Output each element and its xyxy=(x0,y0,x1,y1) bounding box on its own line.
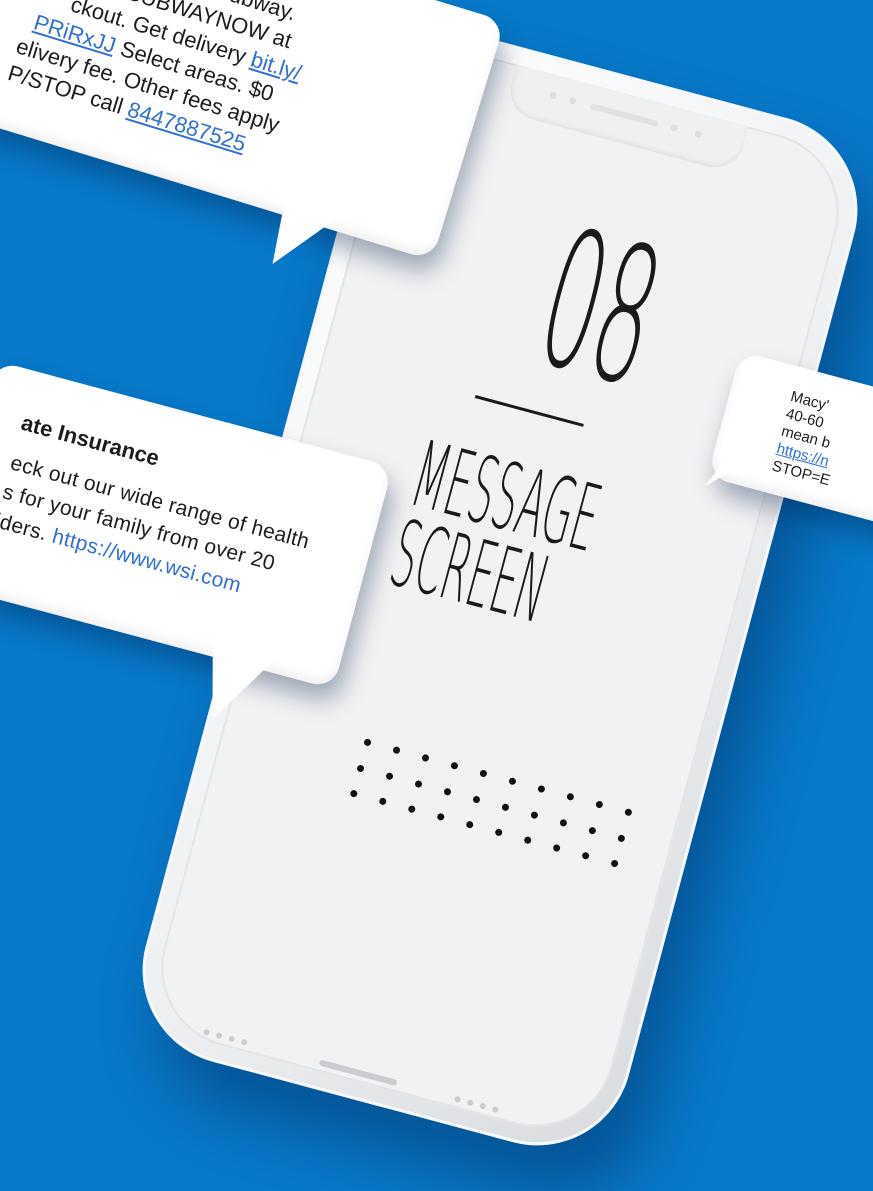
macys-message-text: Macy' 40-60 mean b https://n STOP=E xyxy=(770,388,873,519)
pattern-dot xyxy=(494,828,503,838)
pattern-dot xyxy=(552,843,561,853)
pattern-dot xyxy=(414,779,423,788)
pattern-dot xyxy=(363,738,372,747)
subway-message-bubble: m Subway. SUBWAYNOW at ckout. Get delive… xyxy=(0,0,506,261)
speaker-hole xyxy=(479,1102,487,1110)
pattern-dot xyxy=(566,792,575,802)
pattern-dot xyxy=(617,833,626,843)
pattern-dot xyxy=(559,818,568,827)
pattern-dot xyxy=(443,787,452,796)
pattern-dot xyxy=(378,797,388,806)
stage: 08 MESSAGE SCREEN m Subway. S xyxy=(0,0,873,1191)
pattern-dot xyxy=(581,851,590,861)
sensor-dot xyxy=(568,96,577,105)
pattern-dot xyxy=(450,761,459,770)
phone-notch xyxy=(504,64,749,173)
speaker-hole xyxy=(215,1031,223,1040)
bottom-speaker-grille xyxy=(202,1028,248,1046)
title-line-2: SCREEN xyxy=(380,500,559,644)
sensor-dot xyxy=(549,91,558,100)
pattern-dot xyxy=(421,753,430,763)
pattern-dot xyxy=(610,859,619,869)
speaker-hole xyxy=(454,1095,462,1104)
pattern-dot xyxy=(465,820,474,830)
pattern-dot xyxy=(479,769,488,778)
insurance-message-text: eck out our wide range of health s for y… xyxy=(0,448,362,628)
pattern-dot xyxy=(537,784,546,794)
sensor-dot xyxy=(693,129,703,139)
pattern-dot xyxy=(472,794,481,804)
pattern-dot xyxy=(588,825,597,835)
subway-message-text: m Subway. SUBWAYNOW at ckout. Get delive… xyxy=(4,0,436,203)
pattern-dot xyxy=(508,776,517,786)
speaker-hole xyxy=(491,1105,500,1114)
speaker-hole xyxy=(202,1028,211,1036)
camera-dot xyxy=(669,123,679,133)
pattern-dot xyxy=(356,763,365,773)
pattern-dot xyxy=(392,745,401,755)
pattern-dot xyxy=(436,812,445,822)
pattern-dot xyxy=(595,800,604,809)
speaker-hole xyxy=(466,1099,474,1107)
pattern-dot xyxy=(624,808,633,817)
section-number: 08 xyxy=(519,188,679,429)
pattern-dot xyxy=(530,810,539,820)
pattern-dot xyxy=(523,836,532,845)
pattern-dot xyxy=(385,771,394,781)
section-title: MESSAGE SCREEN xyxy=(380,421,610,644)
pattern-dot xyxy=(407,805,416,814)
dot-grid-pattern xyxy=(344,738,654,893)
earpiece-speaker xyxy=(589,102,659,127)
speaker-hole xyxy=(240,1038,248,1046)
charging-port xyxy=(318,1059,398,1087)
speaker-hole xyxy=(228,1035,236,1043)
pattern-dot xyxy=(349,789,359,799)
bottom-speaker-grille xyxy=(454,1095,500,1114)
pattern-dot xyxy=(501,802,510,812)
